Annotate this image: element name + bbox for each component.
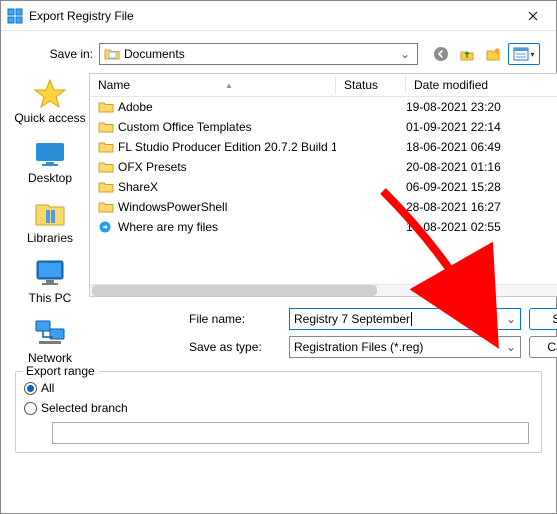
row-name: Custom Office Templates — [118, 120, 252, 134]
folder-icon — [98, 120, 114, 134]
place-label: Desktop — [28, 171, 72, 185]
file-list-row[interactable]: FL Studio Producer Edition 20.7.2 Build … — [90, 137, 557, 157]
row-date: 20-08-2021 01:16 — [406, 160, 557, 174]
file-list-row[interactable]: OFX Presets 20-08-2021 01:16 — [90, 157, 557, 177]
radio-icon — [24, 402, 37, 415]
row-date: 01-09-2021 22:14 — [406, 120, 557, 134]
save-as-type-dropdown[interactable]: Registration Files (*.reg) ⌄ — [289, 336, 521, 358]
back-button[interactable] — [430, 43, 452, 65]
documents-folder-icon — [104, 47, 120, 61]
row-name: OFX Presets — [118, 160, 187, 174]
chevron-down-icon: ⌄ — [506, 340, 516, 354]
column-status: Status — [336, 74, 406, 96]
place-libraries[interactable]: Libraries — [11, 197, 89, 245]
file-list[interactable]: Name▴ Status Date modified Adobe 19-08-20… — [89, 73, 557, 297]
file-list-row[interactable]: ShareX 06-09-2021 15:28 — [90, 177, 557, 197]
row-name: ShareX — [118, 180, 158, 194]
row-name: WindowsPowerShell — [118, 200, 227, 214]
file-list-row[interactable]: Where are my files 13-08-2021 02:55 — [90, 217, 557, 237]
file-list-row[interactable]: Custom Office Templates 01-09-2021 22:14 — [90, 117, 557, 137]
folder-icon — [98, 140, 114, 154]
radio-icon — [24, 382, 37, 395]
chevron-down-icon: ⌄ — [506, 312, 516, 326]
folder-icon — [98, 160, 114, 174]
export-range-group: Export range All Selected branch — [15, 371, 542, 453]
sort-indicator-icon: ▴ — [227, 80, 232, 91]
save-button[interactable]: Save — [529, 308, 557, 330]
registry-icon — [7, 8, 23, 24]
close-button[interactable] — [510, 1, 556, 31]
export-range-legend: Export range — [22, 364, 99, 378]
this-pc-icon — [32, 257, 68, 289]
desktop-icon — [32, 137, 68, 169]
save-in-value: Documents — [124, 47, 185, 61]
export-registry-dialog: Export Registry File Save in: Documents … — [0, 0, 557, 514]
row-name: Adobe — [118, 100, 153, 114]
up-one-level-button[interactable] — [456, 43, 478, 65]
folder-icon — [98, 200, 114, 214]
chevron-down-icon: ⌄ — [397, 47, 413, 61]
place-this-pc[interactable]: This PC — [11, 257, 89, 305]
place-desktop[interactable]: Desktop — [11, 137, 89, 185]
titlebar: Export Registry File — [1, 1, 556, 31]
file-list-header[interactable]: Name▴ Status Date modified — [90, 74, 557, 97]
place-label: Libraries — [27, 231, 73, 245]
column-date: Date modified — [406, 74, 557, 96]
folder-icon — [98, 180, 114, 194]
save-as-type-label: Save as type: — [189, 340, 281, 354]
row-date: 18-06-2021 06:49 — [406, 140, 557, 154]
row-date: 19-08-2021 23:20 — [406, 100, 557, 114]
libraries-icon — [32, 197, 68, 229]
column-name: Name▴ — [90, 74, 336, 96]
row-date: 06-09-2021 15:28 — [406, 180, 557, 194]
place-label: This PC — [29, 291, 72, 305]
place-network[interactable]: Network — [11, 317, 89, 365]
text-cursor — [411, 312, 412, 326]
row-name: Where are my files — [118, 220, 218, 234]
save-in-label: Save in: — [35, 47, 93, 61]
star-icon — [32, 77, 68, 109]
places-bar: Quick access Desktop Libraries This PC N… — [11, 73, 89, 365]
cancel-button[interactable]: Cancel — [529, 336, 557, 358]
selected-branch-input[interactable] — [52, 422, 529, 444]
place-label: Network — [28, 351, 72, 365]
place-quick-access[interactable]: Quick access — [11, 77, 89, 125]
row-date: 28-08-2021 16:27 — [406, 200, 557, 214]
radio-selected-branch[interactable]: Selected branch — [24, 398, 533, 418]
file-list-row[interactable]: Adobe 19-08-2021 23:20 — [90, 97, 557, 117]
network-icon — [32, 317, 68, 349]
row-date: 13-08-2021 02:55 — [406, 220, 557, 234]
row-name: FL Studio Producer Edition 20.7.2 Build … — [118, 140, 336, 154]
folder-icon — [98, 100, 114, 114]
place-label: Quick access — [14, 111, 85, 125]
radio-all[interactable]: All — [24, 378, 533, 398]
new-folder-button[interactable] — [482, 43, 504, 65]
view-menu-button[interactable]: ▾ — [508, 43, 540, 65]
file-name-label: File name: — [189, 312, 281, 326]
file-name-input[interactable]: Registry 7 September ⌄ — [289, 308, 521, 330]
window-title: Export Registry File — [29, 9, 510, 23]
file-list-row[interactable]: WindowsPowerShell 28-08-2021 16:27 — [90, 197, 557, 217]
horizontal-scrollbar[interactable] — [90, 284, 557, 296]
save-in-dropdown[interactable]: Documents ⌄ — [99, 43, 418, 65]
shortcut-icon — [98, 220, 114, 234]
